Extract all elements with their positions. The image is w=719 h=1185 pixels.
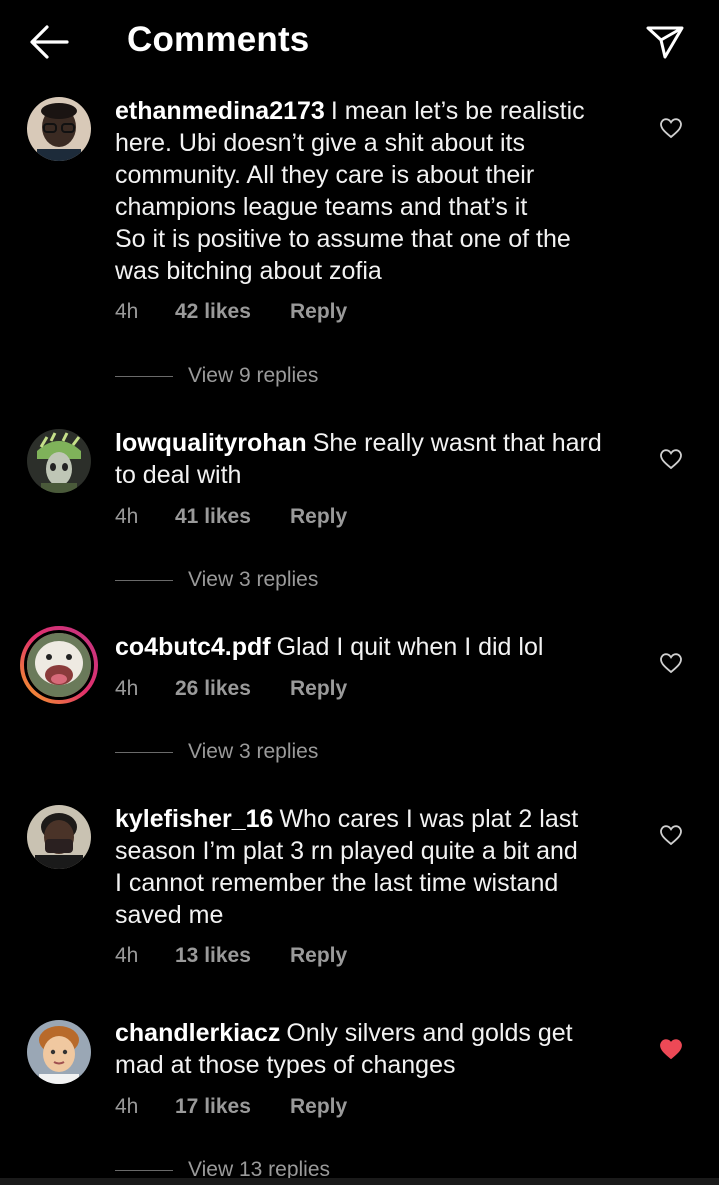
- comment-text: chandlerkiacz Only silvers and golds get …: [115, 1017, 635, 1081]
- avatar[interactable]: [27, 429, 91, 493]
- comment-likes[interactable]: 42 likes: [175, 300, 290, 324]
- avatar[interactable]: [27, 97, 91, 161]
- avatar-image: [27, 429, 91, 493]
- view-replies: View 9 replies: [115, 364, 318, 388]
- comment-likes[interactable]: 41 likes: [175, 505, 290, 529]
- view-replies-button[interactable]: View 3 replies: [188, 740, 318, 763]
- avatar-image: [27, 805, 91, 869]
- heart-outline-icon[interactable]: [659, 117, 683, 139]
- divider-line: [115, 751, 173, 753]
- view-replies: View 3 replies: [115, 740, 318, 764]
- avatar[interactable]: [27, 1020, 91, 1084]
- comment-meta: 4h 26 likes Reply: [115, 677, 347, 701]
- heart-outline-icon[interactable]: [659, 652, 683, 674]
- divider-line: [115, 375, 173, 377]
- comment-username[interactable]: kylefisher_16: [115, 805, 273, 833]
- reply-button[interactable]: Reply: [290, 1095, 347, 1119]
- avatar-image: [27, 633, 91, 697]
- comment-meta: 4h 17 likes Reply: [115, 1095, 347, 1119]
- comment-line: Who cares I was plat 2 last: [279, 805, 579, 833]
- comment-line: I mean let’s be realistic: [330, 97, 585, 125]
- comment-username[interactable]: chandlerkiacz: [115, 1019, 280, 1047]
- comment-text: ethanmedina2173 I mean let’s be realistic…: [115, 95, 635, 287]
- avatar-story-ring[interactable]: [20, 626, 98, 704]
- header-bar: Comments: [0, 0, 719, 86]
- comment-text: co4butc4.pdf Glad I quit when I did lol: [115, 631, 635, 663]
- comment-text: kylefisher_16 Who cares I was plat 2 last…: [115, 803, 635, 931]
- comment-line: champions league teams and that’s it: [115, 193, 528, 221]
- paper-plane-icon[interactable]: [645, 24, 685, 60]
- comment-time: 4h: [115, 944, 139, 967]
- reply-button[interactable]: Reply: [290, 505, 347, 529]
- avatar-image: [27, 97, 91, 161]
- avatar: [24, 630, 94, 700]
- view-replies-button[interactable]: View 3 replies: [188, 568, 318, 591]
- comment-likes[interactable]: 17 likes: [175, 1095, 290, 1119]
- heart-outline-icon[interactable]: [659, 448, 683, 470]
- comment-time: 4h: [115, 505, 139, 528]
- comment-time: 4h: [115, 300, 139, 323]
- comment-line: here. Ubi doesn’t give a shit about its: [115, 129, 525, 157]
- comment-line: Only silvers and golds get: [286, 1019, 573, 1047]
- comment-meta: 4h 13 likes Reply: [115, 944, 347, 968]
- comment-line: to deal with: [115, 461, 242, 489]
- comment-username[interactable]: ethanmedina2173: [115, 97, 325, 125]
- comment-meta: 4h 41 likes Reply: [115, 505, 347, 529]
- comment-line: She really wasnt that hard: [312, 429, 602, 457]
- bottom-edge: [0, 1178, 719, 1185]
- comment-likes[interactable]: 13 likes: [175, 944, 290, 968]
- comment-line: Glad I quit when I did lol: [276, 633, 544, 661]
- reply-button[interactable]: Reply: [290, 677, 347, 701]
- comment-username[interactable]: co4butc4.pdf: [115, 633, 271, 661]
- comment-time: 4h: [115, 1095, 139, 1118]
- avatar-image: [27, 1020, 91, 1084]
- comment-likes[interactable]: 26 likes: [175, 677, 290, 701]
- comment-time: 4h: [115, 677, 139, 700]
- avatar[interactable]: [27, 805, 91, 869]
- reply-button[interactable]: Reply: [290, 944, 347, 968]
- comment-meta: 4h 42 likes Reply: [115, 300, 347, 324]
- reply-button[interactable]: Reply: [290, 300, 347, 324]
- comment-line: I cannot remember the last time wistand: [115, 869, 559, 897]
- view-replies-button[interactable]: View 9 replies: [188, 364, 318, 387]
- divider-line: [115, 1169, 173, 1171]
- back-arrow-icon[interactable]: [27, 22, 71, 62]
- comment-line: season I’m plat 3 rn played quite a bit …: [115, 837, 578, 865]
- comment-text: lowqualityrohan She really wasnt that har…: [115, 427, 635, 491]
- divider-line: [115, 579, 173, 581]
- comment-line: saved me: [115, 901, 224, 929]
- heart-filled-icon[interactable]: [659, 1038, 683, 1060]
- comment-username[interactable]: lowqualityrohan: [115, 429, 307, 457]
- page-title: Comments: [127, 20, 310, 59]
- heart-outline-icon[interactable]: [659, 824, 683, 846]
- comment-line: mad at those types of changes: [115, 1051, 456, 1079]
- comment-line: was bitching about zofia: [115, 257, 382, 285]
- comment-line: community. All they care is about their: [115, 161, 535, 189]
- comment-line: So it is positive to assume that one of …: [115, 225, 571, 253]
- view-replies: View 3 replies: [115, 568, 318, 592]
